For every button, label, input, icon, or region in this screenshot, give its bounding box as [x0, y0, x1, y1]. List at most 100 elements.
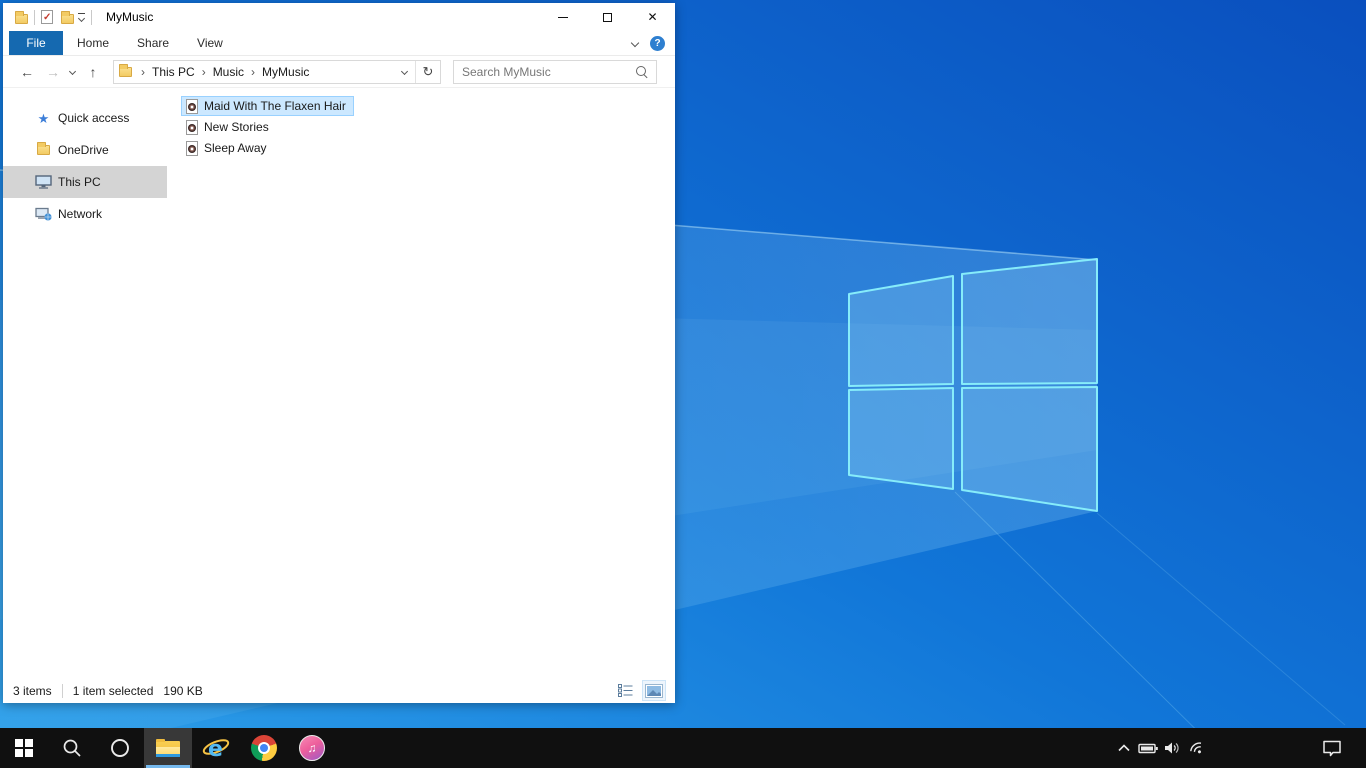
breadcrumb-separator: › [201, 64, 206, 79]
sidebar-item-onedrive[interactable]: OneDrive [3, 134, 167, 166]
refresh-button[interactable]: ↻ [416, 64, 440, 80]
search-box[interactable] [453, 59, 657, 84]
file-name: New Stories [204, 120, 269, 134]
taskbar: e ♫ [0, 728, 1366, 768]
maximize-button[interactable] [585, 3, 630, 31]
navigation-pane: ★ Quick access OneDrive This PC Network [3, 88, 167, 678]
this-pc-icon [35, 175, 52, 189]
tab-home[interactable]: Home [63, 31, 123, 55]
system-tray [1112, 728, 1366, 768]
file-row[interactable]: Maid With The Flaxen Hair [181, 96, 354, 116]
cortana-icon [111, 739, 129, 757]
tab-file[interactable]: File [9, 31, 63, 55]
selection-size: 190 KB [163, 683, 203, 698]
breadcrumb-this-pc[interactable]: This PC [152, 65, 195, 79]
start-button[interactable] [0, 728, 48, 768]
details-view-button[interactable] [615, 681, 637, 700]
onedrive-icon [37, 142, 50, 155]
sidebar-item-network[interactable]: Network [3, 198, 167, 230]
taskbar-file-explorer[interactable] [144, 728, 192, 768]
tab-view[interactable]: View [183, 31, 237, 55]
chrome-icon [251, 735, 277, 761]
status-bar: 3 items 1 item selected 190 KB [3, 678, 675, 703]
up-button[interactable]: ↑ [83, 64, 103, 80]
recent-locations-button[interactable] [65, 67, 79, 76]
sidebar-item-this-pc[interactable]: This PC [3, 166, 167, 198]
divider [91, 9, 92, 25]
item-count: 3 items [13, 683, 52, 698]
taskbar-internet-explorer[interactable]: e [192, 728, 240, 768]
taskbar-itunes[interactable]: ♫ [288, 728, 336, 768]
expand-ribbon-icon[interactable] [630, 38, 640, 48]
divider [34, 9, 35, 25]
file-explorer-icon [156, 739, 180, 757]
back-button[interactable]: ← [17, 64, 37, 80]
thumbnail-view-button[interactable] [642, 680, 666, 701]
battery-icon [1137, 743, 1158, 753]
search-input[interactable] [454, 64, 635, 79]
file-name: Sleep Away [204, 141, 267, 155]
music-file-icon [186, 119, 198, 135]
chevron-down-icon [400, 67, 409, 76]
breadcrumb-separator: › [141, 64, 145, 79]
close-icon: ✕ [647, 10, 658, 24]
windows-start-icon [15, 739, 33, 757]
explorer-window: MyMusic ✕ File Home Share View ? ← → ↑ [3, 3, 675, 703]
sidebar-item-label: OneDrive [58, 143, 109, 157]
qat-properties-icon[interactable] [41, 10, 53, 24]
network-indicator[interactable] [1184, 728, 1208, 768]
chevron-up-icon [1118, 744, 1130, 752]
title-bar[interactable]: MyMusic ✕ [3, 3, 675, 31]
network-icon [35, 207, 52, 221]
hidden-icons-button[interactable] [1112, 728, 1136, 768]
close-button[interactable]: ✕ [630, 3, 675, 31]
tab-share[interactable]: Share [123, 31, 183, 55]
help-icon[interactable]: ? [650, 35, 665, 51]
taskbar-chrome[interactable] [240, 728, 288, 768]
ribbon-tabs: File Home Share View ? [3, 31, 675, 56]
qat-customize-icon[interactable] [77, 13, 86, 23]
minimize-button[interactable] [540, 3, 585, 31]
chevron-down-icon [68, 67, 76, 76]
window-icon [15, 10, 28, 24]
selection-status: 1 item selected [72, 683, 154, 698]
breadcrumb-separator: › [251, 64, 256, 79]
address-bar[interactable]: › This PC › Music › MyMusic ↻ [113, 59, 441, 84]
volume-indicator[interactable] [1160, 728, 1184, 768]
cortana-button[interactable] [96, 728, 144, 768]
qat-new-folder-icon[interactable] [61, 10, 74, 24]
location-folder-icon [119, 63, 132, 77]
search-icon [63, 739, 81, 757]
action-center-button[interactable] [1312, 728, 1352, 768]
details-view-icon [618, 684, 633, 697]
file-list[interactable]: Maid With The Flaxen Hair New Stories Sl… [167, 88, 675, 678]
search-icon[interactable] [635, 65, 649, 79]
battery-indicator[interactable] [1136, 728, 1160, 768]
divider [61, 683, 63, 698]
sidebar-item-label: This PC [58, 175, 101, 189]
sidebar-item-label: Quick access [58, 111, 130, 125]
file-name: Maid With The Flaxen Hair [204, 99, 346, 113]
tray-spacer [1208, 728, 1312, 768]
music-file-icon [186, 98, 198, 114]
breadcrumb-mymusic[interactable]: MyMusic [262, 65, 309, 79]
address-dropdown-button[interactable] [394, 67, 415, 76]
thumbnail-view-icon [645, 683, 663, 698]
music-file-icon [186, 140, 198, 156]
svg-text:e: e [208, 737, 223, 762]
sidebar-item-label: Network [58, 207, 103, 221]
quick-access-icon: ★ [37, 110, 50, 126]
internet-explorer-icon: e [202, 737, 230, 762]
wifi-icon [1189, 742, 1201, 754]
window-title: MyMusic [106, 10, 154, 24]
taskbar-search-button[interactable] [48, 728, 96, 768]
itunes-icon: ♫ [299, 735, 325, 761]
breadcrumb-music[interactable]: Music [213, 65, 244, 79]
desktop: MyMusic ✕ File Home Share View ? ← → ↑ [0, 0, 1366, 768]
forward-button[interactable]: → [43, 64, 63, 80]
file-row[interactable]: Sleep Away [181, 138, 275, 158]
sidebar-item-quick-access[interactable]: ★ Quick access [3, 102, 167, 134]
file-row[interactable]: New Stories [181, 117, 277, 137]
maximize-icon [603, 12, 612, 22]
minimize-icon [557, 16, 568, 18]
